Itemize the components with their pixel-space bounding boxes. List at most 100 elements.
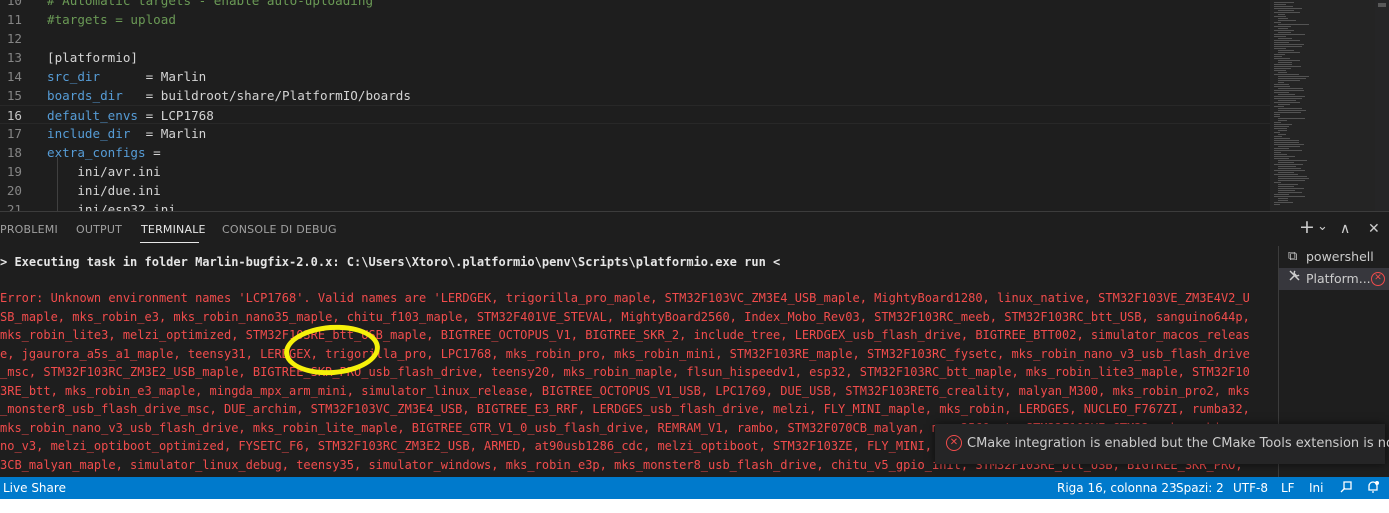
minimap-line: [1274, 58, 1290, 59]
code-editor[interactable]: 10 # Automatic targets - enable auto-uplo…: [0, 0, 1389, 211]
minimap-line: [1278, 10, 1294, 11]
line-text: ini/due.ini: [47, 183, 161, 198]
status-bar: Live Share Riga 16, colonna 23 Spazi: 2 …: [0, 477, 1389, 499]
line-number: 10: [6, 0, 22, 8]
minimap-line: [1274, 202, 1293, 203]
panel-tabs: PROBLEMI OUTPUT TERMINALE CONSOLE DI DEB…: [0, 212, 1389, 246]
tab-problems[interactable]: PROBLEMI: [0, 222, 58, 238]
terminal-item-label: Platform...: [1306, 271, 1371, 286]
encoding[interactable]: UTF-8: [1233, 477, 1268, 499]
code-line[interactable]: 18 extra_configs =: [0, 143, 1270, 162]
minimap-line: [1278, 18, 1288, 19]
indentation[interactable]: Spazi: 2: [1176, 477, 1224, 499]
minimap-line: [1274, 86, 1290, 87]
scrollbar-thumb[interactable]: [1378, 3, 1386, 7]
line-number: 20: [6, 183, 22, 198]
minimap[interactable]: [1270, 0, 1389, 211]
minimap-line: [1274, 138, 1290, 139]
live-share-button[interactable]: Live Share: [3, 477, 66, 499]
minimap-line: [1278, 80, 1300, 81]
terminal-item-platformio[interactable]: Platform... ✕: [1279, 268, 1389, 290]
minimap-line: [1274, 6, 1293, 7]
minimap-line: [1278, 184, 1298, 185]
minimap-line: [1274, 140, 1299, 141]
minimap-line: [1274, 74, 1299, 75]
indent-guide: [57, 157, 58, 211]
minimap-line: [1274, 126, 1289, 127]
tab-debug-console[interactable]: CONSOLE DI DEBUG: [222, 222, 337, 238]
minimap-line: [1278, 100, 1296, 101]
active-tab-indicator: [140, 242, 199, 243]
minimap-line: [1274, 64, 1292, 65]
minimap-line: [1274, 136, 1282, 137]
minimap-line: [1278, 190, 1295, 191]
notification-toast[interactable]: ✕ CMake integration is enabled but the C…: [935, 424, 1389, 464]
line-text: include_dir = Marlin: [47, 126, 207, 141]
minimap-line: [1278, 50, 1294, 51]
code-line[interactable]: 11 #targets = upload: [0, 10, 1270, 29]
minimap-line: [1278, 62, 1292, 63]
line-text: ini/avr.ini: [47, 164, 161, 179]
minimap-line: [1274, 26, 1291, 27]
code-line[interactable]: 19 ini/avr.ini: [0, 162, 1270, 181]
feedback-icon[interactable]: [1339, 477, 1353, 499]
tab-output[interactable]: OUTPUT: [76, 222, 122, 238]
code-line[interactable]: 21 ini/esp32.ini: [0, 200, 1270, 211]
tab-terminal[interactable]: TERMINALE: [141, 222, 206, 238]
minimap-line: [1278, 72, 1287, 73]
minimap-line: [1274, 128, 1287, 129]
minimap-line: [1274, 164, 1303, 165]
minimap-line: [1278, 32, 1291, 33]
minimap-line: [1278, 160, 1307, 161]
line-number: 17: [6, 126, 22, 141]
notifications-bell-icon[interactable]: [1366, 477, 1380, 499]
close-panel-icon[interactable]: ✕: [1368, 220, 1380, 238]
minimap-line: [1278, 178, 1309, 179]
minimap-line: [1278, 180, 1305, 181]
minimap-line: [1274, 12, 1300, 13]
minimap-line: [1278, 200, 1288, 201]
code-line[interactable]: 16 default_envs = LCP1768: [0, 105, 1270, 124]
editor-scrollbar[interactable]: [1375, 0, 1389, 211]
minimap-line: [1278, 28, 1288, 29]
minimap-line: [1278, 108, 1302, 109]
minimap-line: [1274, 144, 1304, 145]
code-line[interactable]: 13 [platformio]: [0, 48, 1270, 67]
minimap-line: [1274, 116, 1280, 117]
terminal-exec-line: > Executing task in folder Marlin-bugfix…: [0, 255, 781, 269]
code-line[interactable]: 12: [0, 29, 1270, 48]
minimap-line: [1274, 42, 1289, 43]
minimap-line: [1278, 198, 1288, 199]
minimap-line: [1274, 30, 1294, 31]
terminal-item-powershell[interactable]: ⧉ powershell: [1279, 246, 1389, 268]
kill-terminal-icon[interactable]: ✕: [1371, 272, 1385, 286]
minimap-line: [1274, 114, 1280, 115]
line-number: 19: [6, 164, 22, 179]
minimap-line: [1278, 38, 1292, 39]
code-line[interactable]: 14 src_dir = Marlin: [0, 67, 1270, 86]
minimap-line: [1274, 90, 1304, 91]
code-line[interactable]: 20 ini/due.ini: [0, 181, 1270, 200]
chevron-down-icon[interactable]: ⌄: [1317, 218, 1328, 236]
minimap-line: [1274, 44, 1304, 45]
cursor-position[interactable]: Riga 16, colonna 23: [1057, 477, 1177, 499]
minimap-line: [1278, 162, 1294, 163]
minimap-line: [1274, 98, 1302, 99]
code-line[interactable]: 10 # Automatic targets - enable auto-uplo…: [0, 0, 1270, 10]
minimap-line: [1278, 172, 1294, 173]
minimap-line: [1274, 96, 1305, 97]
language-mode[interactable]: Ini: [1309, 477, 1323, 499]
minimap-line: [1274, 70, 1286, 71]
line-number: 12: [6, 31, 22, 46]
minimap-line: [1278, 134, 1286, 135]
maximize-panel-icon[interactable]: ∧: [1340, 220, 1350, 238]
minimap-line: [1274, 154, 1287, 155]
code-line[interactable]: 15 boards_dir = buildroot/share/PlatformI…: [0, 86, 1270, 105]
end-of-line[interactable]: LF: [1281, 477, 1295, 499]
minimap-line: [1274, 102, 1300, 103]
minimap-line: [1278, 94, 1295, 95]
minimap-line: [1274, 170, 1305, 171]
code-line[interactable]: 17 include_dir = Marlin: [0, 124, 1270, 143]
new-terminal-icon[interactable]: +: [1299, 218, 1315, 237]
minimap-line: [1274, 196, 1305, 197]
